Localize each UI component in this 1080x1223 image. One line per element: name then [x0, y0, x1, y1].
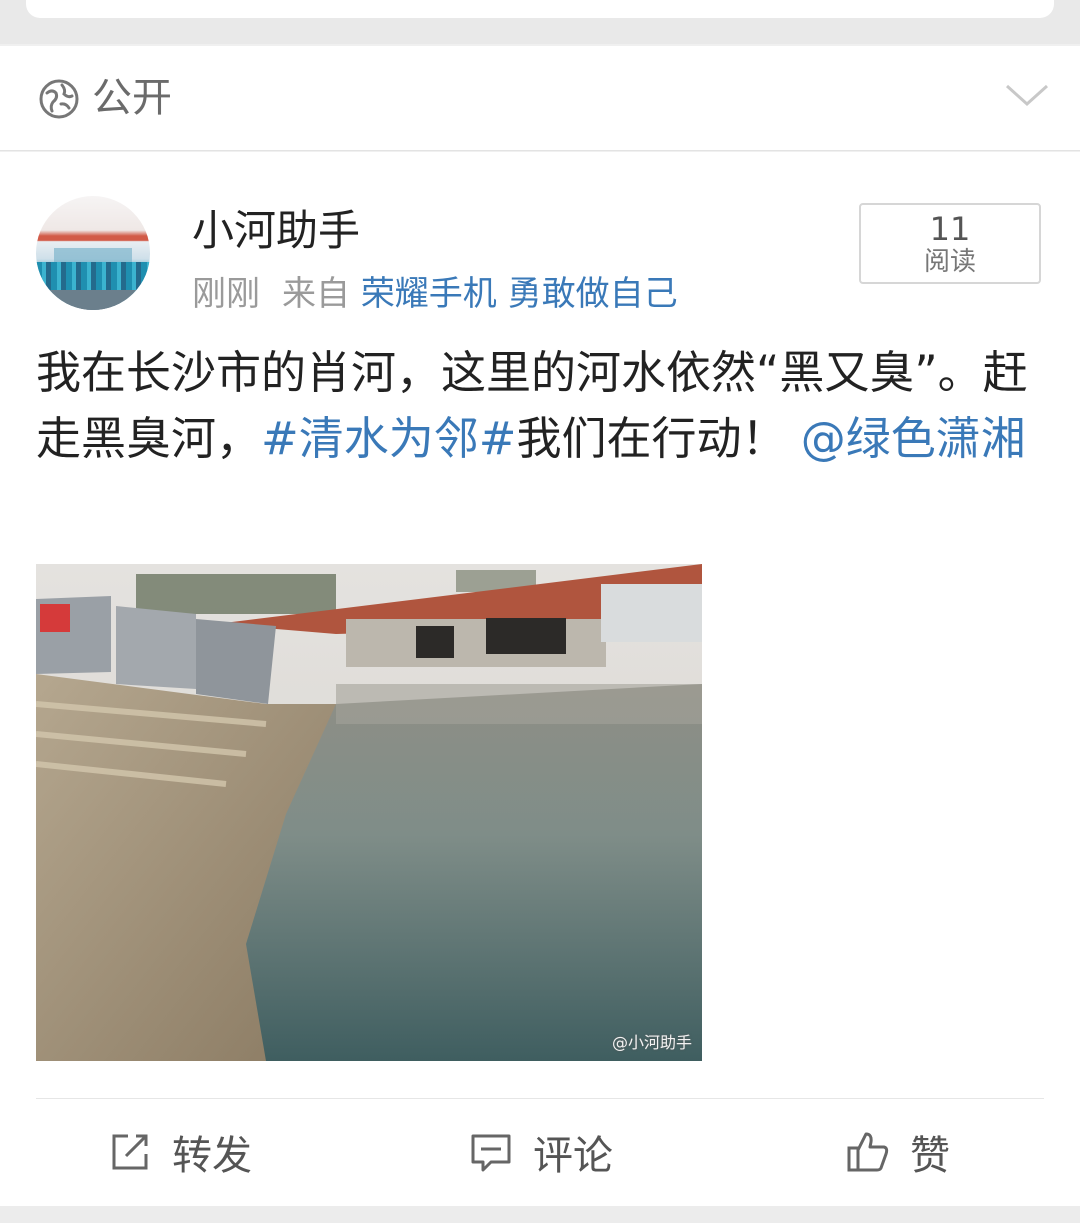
read-count-box: 11 阅读 [859, 203, 1041, 284]
like-label: 赞 [910, 1133, 950, 1179]
from-label: 来自 [282, 274, 350, 314]
thumbs-up-icon [847, 1132, 889, 1172]
username[interactable]: 小河助手 [192, 204, 360, 258]
repost-icon [112, 1134, 148, 1170]
post-text-part2: 我们在行动！ [516, 412, 787, 465]
privacy-selector[interactable]: 公开 [0, 46, 1080, 151]
comment-icon [471, 1134, 511, 1172]
river-photo [36, 564, 702, 1061]
post-text: 我在长沙市的肖河，这里的河水依然“黑又臭”。赶走黑臭河，#清水为邻#我们在行动！… [36, 340, 1046, 472]
like-button[interactable]: 赞 [846, 1124, 950, 1180]
post-time: 刚刚 [192, 274, 260, 314]
repost-label: 转发 [172, 1133, 252, 1179]
divider [36, 1098, 1044, 1099]
post-card: 小河助手 刚刚 来自 荣耀手机 勇敢做自己 11 阅读 我在长沙市的肖河，这里的河… [0, 152, 1080, 1206]
previous-card [26, 0, 1054, 18]
read-label: 阅读 [923, 247, 976, 277]
bottom-strip [0, 1206, 1080, 1223]
privacy-label: 公开 [92, 75, 172, 121]
read-count: 11 [929, 210, 971, 248]
comment-label: 评论 [533, 1133, 613, 1179]
image-watermark: @小河助手 [611, 1033, 692, 1052]
globe-icon [39, 79, 79, 119]
post-meta: 刚刚 来自 荣耀手机 勇敢做自己 [192, 270, 678, 318]
topic-link[interactable]: #清水为邻# [261, 412, 516, 465]
repost-button[interactable]: 转发 [108, 1124, 252, 1180]
source-link[interactable]: 荣耀手机 勇敢做自己 [361, 274, 678, 314]
mention-link[interactable]: @绿色潇湘 [801, 412, 1026, 465]
comment-button[interactable]: 评论 [469, 1124, 613, 1180]
post-image[interactable]: @小河助手 [36, 564, 702, 1061]
chevron-down-icon[interactable] [1004, 80, 1050, 110]
avatar[interactable] [36, 196, 150, 310]
